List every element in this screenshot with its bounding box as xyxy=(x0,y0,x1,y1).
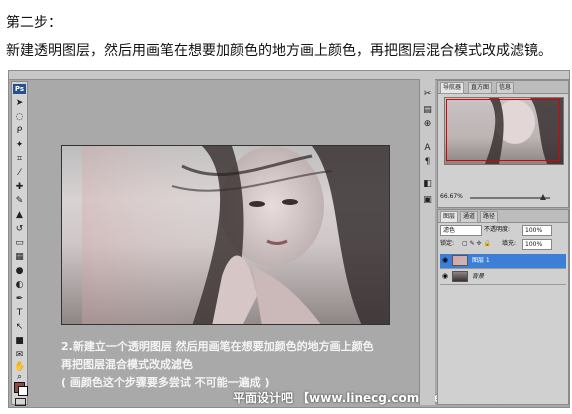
layers-panel: 图层 通道 路径 滤色 不透明度: 100% 锁定: ▢ ✎ ✢ 🔒 填充: 1… xyxy=(437,209,569,405)
eraser-icon[interactable]: ▭ xyxy=(14,238,25,249)
tab-layers[interactable]: 图层 xyxy=(440,211,459,223)
options-bar xyxy=(9,71,569,80)
blend-mode-select[interactable]: 滤色 xyxy=(440,225,482,236)
zoom-slider[interactable] xyxy=(470,194,550,200)
lock-icons[interactable]: ▢ ✎ ✢ 🔒 xyxy=(462,238,491,250)
magic-wand-icon[interactable]: ✦ xyxy=(14,140,25,151)
lock-label: 锁定: xyxy=(440,240,455,247)
step-title: 第二步： xyxy=(6,15,62,31)
layer-thumbnail xyxy=(452,271,468,282)
photoshop-window: Ps ➤ ◌ ᑭ ✦ ⌗ ⁄ ✚ ✎ ▲ ↺ ▭ ▦ ● ◐ ✒ T ↖ ■ ✉… xyxy=(8,70,570,408)
photoshop-logo: Ps xyxy=(13,84,26,94)
zoom-value[interactable]: 66.67% xyxy=(440,193,463,200)
step-description: 新建透明图层，然后用画笔在想要加颜色的地方画上颜色，再把图层混合模式改成滤镜。 xyxy=(6,43,552,59)
type-icon[interactable]: T xyxy=(14,308,25,319)
tab-histogram[interactable]: 直方图 xyxy=(468,82,493,94)
tab-channels[interactable]: 通道 xyxy=(460,211,479,223)
caption-line-2: 再把图层混合模式改成滤色 xyxy=(61,358,193,371)
document-canvas[interactable] xyxy=(61,145,390,325)
zoom-row: 66.67% xyxy=(440,193,566,203)
paragraph-icon[interactable]: ¶ xyxy=(422,157,433,168)
layer-name[interactable]: 背景 xyxy=(472,270,484,284)
healing-icon[interactable]: ✚ xyxy=(14,182,25,193)
background-color-swatch[interactable] xyxy=(18,386,28,396)
layer-thumbnail xyxy=(452,255,468,266)
collapsed-panels: ✂ ▤ ⊕ A ¶ ◧ ▣ xyxy=(419,79,435,405)
tab-info[interactable]: 信息 xyxy=(496,82,515,94)
blur-icon[interactable]: ● xyxy=(14,266,25,277)
tab-paths[interactable]: 路径 xyxy=(480,211,499,223)
blend-row: 滤色 不透明度: 100% xyxy=(440,224,566,236)
brush-icon[interactable]: ✎ xyxy=(14,196,25,207)
pen-icon[interactable]: ✒ xyxy=(14,294,25,305)
fill-input[interactable]: 100% xyxy=(522,239,552,250)
stamp-icon[interactable]: ▲ xyxy=(14,210,25,221)
opacity-label: 不透明度: xyxy=(484,226,511,233)
zoom-slider-knob[interactable] xyxy=(540,194,546,200)
history-brush-icon[interactable]: ↺ xyxy=(14,224,25,235)
opacity-input[interactable]: 100% xyxy=(522,225,552,236)
tools-panel: Ps ➤ ◌ ᑭ ✦ ⌗ ⁄ ✚ ✎ ▲ ↺ ▭ ▦ ● ◐ ✒ T ↖ ■ ✉… xyxy=(11,81,28,406)
clone-source-icon[interactable]: ⊕ xyxy=(422,119,433,130)
shape-icon[interactable]: ■ xyxy=(14,336,25,347)
caption-line-3: ( 画颜色这个步骤要多尝试 不可能一遍成 ) xyxy=(61,376,270,389)
notes-icon[interactable]: ✉ xyxy=(14,350,25,361)
layer-name[interactable]: 图层 1 xyxy=(472,254,490,268)
caption-line-1: 2.新建立一个透明图层 然后用画笔在想要加颜色的地方画上颜色 xyxy=(61,340,374,353)
character-icon[interactable]: A xyxy=(422,143,433,154)
layer-row-background[interactable]: ◉ 背景 xyxy=(440,270,566,285)
masks-icon[interactable]: ▣ xyxy=(422,195,433,206)
crop-icon[interactable]: ⌗ xyxy=(14,154,25,165)
navigator-thumbnail[interactable] xyxy=(444,97,564,165)
tools-preset-icon[interactable]: ✂ xyxy=(422,89,433,100)
visibility-eye-icon[interactable]: ◉ xyxy=(441,272,449,280)
brush-panel-icon[interactable]: ▤ xyxy=(422,105,433,116)
marquee-icon[interactable]: ◌ xyxy=(14,112,25,123)
visibility-eye-icon[interactable]: ◉ xyxy=(441,256,449,264)
fill-label: 填充: xyxy=(502,240,517,247)
lock-row: 锁定: ▢ ✎ ✢ 🔒 填充: 100% xyxy=(440,238,566,250)
layers-tabs: 图层 通道 路径 xyxy=(438,210,568,223)
layer-row-1[interactable]: ◉ 图层 1 xyxy=(440,254,566,269)
quick-mask-icon[interactable] xyxy=(15,398,26,406)
navigator-panel: 导航器 直方图 信息 66.67% xyxy=(437,80,569,208)
path-select-icon[interactable]: ↖ xyxy=(14,322,25,333)
lasso-icon[interactable]: ᑭ xyxy=(14,126,25,137)
navigator-view-box[interactable] xyxy=(446,99,560,161)
tab-navigator[interactable]: 导航器 xyxy=(440,82,465,94)
gradient-icon[interactable]: ▦ xyxy=(14,252,25,263)
eyedropper-icon[interactable]: ⁄ xyxy=(14,168,25,179)
adjustments-icon[interactable]: ◧ xyxy=(422,179,433,190)
portrait-image xyxy=(82,146,389,324)
dodge-icon[interactable]: ◐ xyxy=(14,280,25,291)
move-icon[interactable]: ➤ xyxy=(14,98,25,109)
navigator-tabs: 导航器 直方图 信息 xyxy=(438,81,568,94)
